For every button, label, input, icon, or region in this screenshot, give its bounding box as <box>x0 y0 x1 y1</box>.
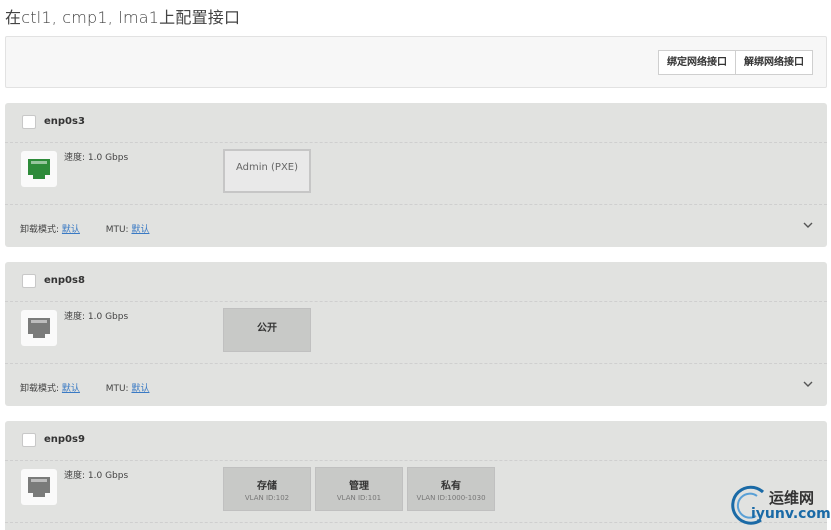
network-block-private[interactable]: 私有 VLAN ID:1000-1030 <box>407 467 495 511</box>
watermark-text-cn: 运维网 <box>769 489 815 507</box>
interface-speed: 速度: 1.0 Gbps <box>64 312 129 322</box>
interface-footer: 卸载模式: 默认 MTU: 默认 <box>5 205 827 247</box>
network-block-admin-pxe[interactable]: Admin (PXE) <box>223 149 311 193</box>
page-title: 在ctl1, cmp1, lma1上配置接口 <box>5 8 241 27</box>
network-block-management[interactable]: 管理 VLAN ID:101 <box>315 467 403 511</box>
mtu-link[interactable]: 默认 <box>131 225 149 235</box>
offload-mode-link[interactable]: 默认 <box>62 225 80 235</box>
interface-select-checkbox[interactable] <box>22 115 36 129</box>
interface-select-checkbox[interactable] <box>22 433 36 447</box>
interface-card-enp0s3: enp0s3 速度: 1.0 Gbps Admin (PXE) 卸载模式: 默认… <box>5 103 827 247</box>
network-name: Admin (PXE) <box>235 162 299 173</box>
mtu-link[interactable]: 默认 <box>131 384 149 394</box>
mtu-label: MTU: <box>105 225 129 235</box>
assigned-networks: 存储 VLAN ID:102 管理 VLAN ID:101 私有 VLAN ID… <box>223 467 495 511</box>
mtu-label: MTU: <box>105 384 129 394</box>
interface-card-enp0s9: enp0s9 速度: 1.0 Gbps 存储 VLAN ID:102 管理 VL… <box>5 421 827 530</box>
interface-body: 速度: 1.0 Gbps 公开 <box>5 302 827 364</box>
offload-mode-label: 卸载模式: <box>20 384 60 394</box>
interface-body: 速度: 1.0 Gbps Admin (PXE) <box>5 143 827 205</box>
bond-interfaces-button[interactable]: 绑定网络接口 <box>658 50 736 75</box>
interface-speed: 速度: 1.0 Gbps <box>64 471 129 481</box>
network-name: 私有 <box>441 481 461 492</box>
interface-name: enp0s9 <box>44 434 85 445</box>
interface-header: enp0s8 <box>5 262 827 302</box>
offload-mode-label: 卸载模式: <box>20 225 60 235</box>
watermark-logo: 运维网 iyunv.com <box>727 484 831 528</box>
interface-footer: 卸载模式: 默认 MTU: 默认 <box>5 364 827 406</box>
interface-header: enp0s3 <box>5 103 827 143</box>
interface-speed: 速度: 1.0 Gbps <box>64 153 129 163</box>
interface-select-checkbox[interactable] <box>22 274 36 288</box>
network-vlan: VLAN ID:1000-1030 <box>416 494 486 502</box>
interface-card-enp0s8: enp0s8 速度: 1.0 Gbps 公开 卸载模式: 默认 MTU: 默认 <box>5 262 827 406</box>
ethernet-port-icon <box>21 151 57 187</box>
network-name: 管理 <box>349 481 369 492</box>
network-block-public[interactable]: 公开 <box>223 308 311 352</box>
interface-name: enp0s3 <box>44 116 85 127</box>
network-block-storage[interactable]: 存储 VLAN ID:102 <box>223 467 311 511</box>
ethernet-port-icon <box>21 310 57 346</box>
network-vlan: VLAN ID:102 <box>244 494 290 502</box>
chevron-down-icon[interactable] <box>803 377 813 391</box>
chevron-down-icon[interactable] <box>803 218 813 232</box>
interface-name: enp0s8 <box>44 275 85 286</box>
ethernet-port-icon <box>21 469 57 505</box>
watermark-text-en: iyunv.com <box>751 506 831 522</box>
assigned-networks: 公开 <box>223 308 311 352</box>
assigned-networks: Admin (PXE) <box>223 149 311 193</box>
bond-button-group: 绑定网络接口 解绑网络接口 <box>658 50 813 75</box>
interface-body: 速度: 1.0 Gbps 存储 VLAN ID:102 管理 VLAN ID:1… <box>5 461 827 523</box>
network-name: 公开 <box>257 323 277 334</box>
network-vlan: VLAN ID:101 <box>336 494 382 502</box>
interface-settings: 卸载模式: 默认 MTU: 默认 <box>20 381 149 394</box>
interface-toolbar: 绑定网络接口 解绑网络接口 <box>5 36 827 88</box>
unbond-interfaces-button[interactable]: 解绑网络接口 <box>735 50 813 75</box>
offload-mode-link[interactable]: 默认 <box>62 384 80 394</box>
interface-header: enp0s9 <box>5 421 827 461</box>
network-name: 存储 <box>257 481 277 492</box>
interface-settings: 卸载模式: 默认 MTU: 默认 <box>20 222 149 235</box>
